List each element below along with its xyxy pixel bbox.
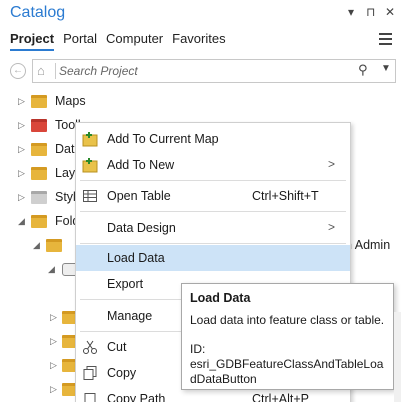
maps-folder-icon [31,95,47,108]
copy-path-icon [84,393,96,402]
styles-folder-icon [31,191,47,204]
search-box: ⌂ ⚲ ▼ [32,59,396,83]
tab-portal[interactable]: Portal [63,31,97,51]
folders-folder-icon [31,215,47,228]
folder-icon [46,239,62,252]
expand-caret-icon[interactable]: ▷ [18,120,25,131]
tooltip-description: Load data into feature class or table. [190,313,385,327]
submenu-chevron-right-icon: > [328,157,336,171]
layout-folder-icon [31,167,47,180]
home-icon[interactable]: ⌂ [37,63,53,79]
expand-caret-icon[interactable]: ▷ [18,96,25,107]
collapse-caret-icon[interactable]: ◢ [33,240,40,251]
search-input[interactable] [59,62,349,80]
tab-project[interactable]: Project [10,31,55,51]
expand-caret-icon[interactable]: ▷ [18,192,25,203]
pin-icon[interactable]: ⊓ [366,5,375,19]
expand-caret-icon[interactable]: ▷ [50,384,57,395]
table-icon [83,190,97,202]
menu-item-load-data[interactable]: Load Data [76,245,350,271]
vertical-scrollbar[interactable] [394,312,401,402]
add-to-new-icon [82,158,98,173]
tooltip-load-data: Load Data Load data into feature class o… [181,283,394,390]
tooltip-title: Load Data [190,291,251,305]
menu-item-open-table[interactable]: Open Table Ctrl+Shift+T [76,183,350,209]
tree-item-maps[interactable]: ▷ Maps [0,90,401,114]
back-icon[interactable]: ← [10,63,26,79]
database-folder-icon [31,143,47,156]
collapse-caret-icon[interactable]: ◢ [48,264,55,275]
collapse-caret-icon[interactable]: ◢ [18,216,25,227]
menu-item-add-to-current-map[interactable]: Add To Current Map [76,126,350,152]
expand-caret-icon[interactable]: ▷ [50,360,57,371]
search-options-chevron-down-icon[interactable]: ▼ [381,63,391,74]
tab-computer[interactable]: Computer [106,31,163,51]
catalog-tabs: Project Portal Computer Favorites [10,31,235,51]
scissors-icon [83,340,97,354]
add-to-map-icon [82,132,98,147]
toolbox-folder-icon [31,119,47,132]
menu-item-data-design[interactable]: Data Design > [76,215,350,241]
pane-title: Catalog [10,4,66,21]
expand-caret-icon[interactable]: ▷ [18,144,25,155]
tooltip-id: ID: esri_GDBFeatureClassAndTableLoadData… [190,342,388,387]
tooltip-id-label: ID: [190,342,206,356]
close-icon[interactable]: ✕ [385,5,395,19]
tab-favorites[interactable]: Favorites [172,31,225,51]
menu-icon[interactable] [379,33,392,45]
tooltip-id-value: esri_GDBFeatureClassAndTableLoadDataButt… [190,357,384,386]
search-icon[interactable]: ⚲ [358,62,368,78]
expand-caret-icon[interactable]: ▷ [18,168,25,179]
copy-icon [83,366,97,380]
expand-caret-icon[interactable]: ▷ [50,336,57,347]
menu-item-add-to-new[interactable]: Add To New > [76,152,350,178]
pane-options-dropdown-icon[interactable]: ▾ [348,5,354,19]
submenu-chevron-right-icon: > [328,220,336,234]
expand-caret-icon[interactable]: ▷ [50,312,57,323]
